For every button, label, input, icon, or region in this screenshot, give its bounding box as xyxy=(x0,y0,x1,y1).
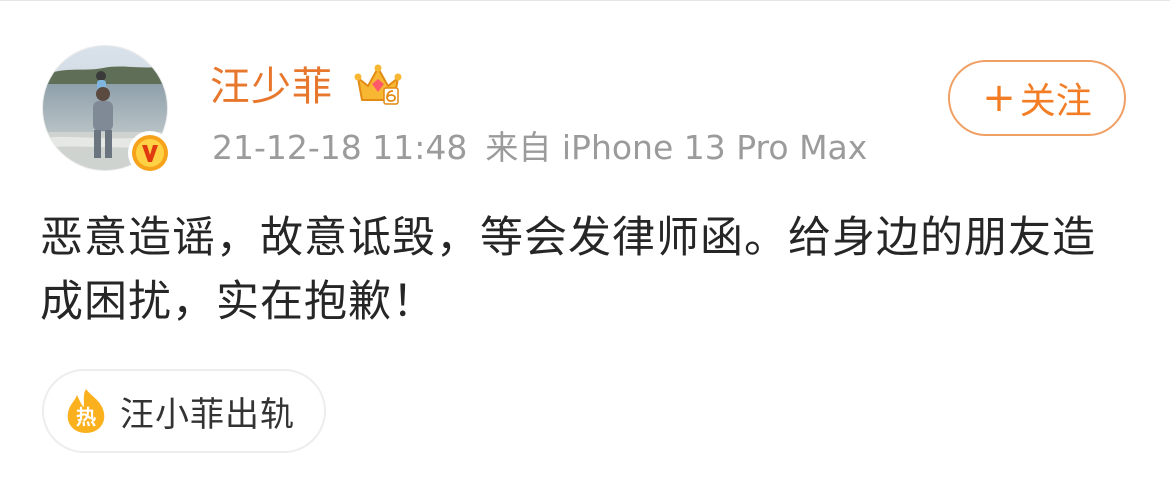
post-timestamp: 21-12-18 11:48 xyxy=(212,128,468,167)
post-meta: 21-12-18 11:48 来自 iPhone 13 Pro Max xyxy=(212,126,867,170)
crown-icon[interactable] xyxy=(354,62,402,108)
follow-button[interactable]: + 关注 xyxy=(948,60,1126,136)
follow-label: 关注 xyxy=(1019,81,1092,122)
topic-label: 汪小菲出轨 xyxy=(120,394,295,435)
plus-icon: + xyxy=(982,75,1016,121)
post-content: 恶意造谣，故意诋毁，等会发律师函。给身边的朋友造成困扰，实在抱歉！ xyxy=(40,213,1096,327)
hot-icon: 热 xyxy=(67,389,105,433)
post-source: 来自 iPhone 13 Pro Max xyxy=(485,128,868,167)
top-divider xyxy=(0,0,1170,1)
hot-topic-chip[interactable]: 热 汪小菲出轨 xyxy=(42,369,326,453)
hot-icon-char: 热 xyxy=(76,405,96,429)
verified-v-badge-icon xyxy=(128,131,172,175)
username[interactable]: 汪少菲 xyxy=(210,62,333,112)
